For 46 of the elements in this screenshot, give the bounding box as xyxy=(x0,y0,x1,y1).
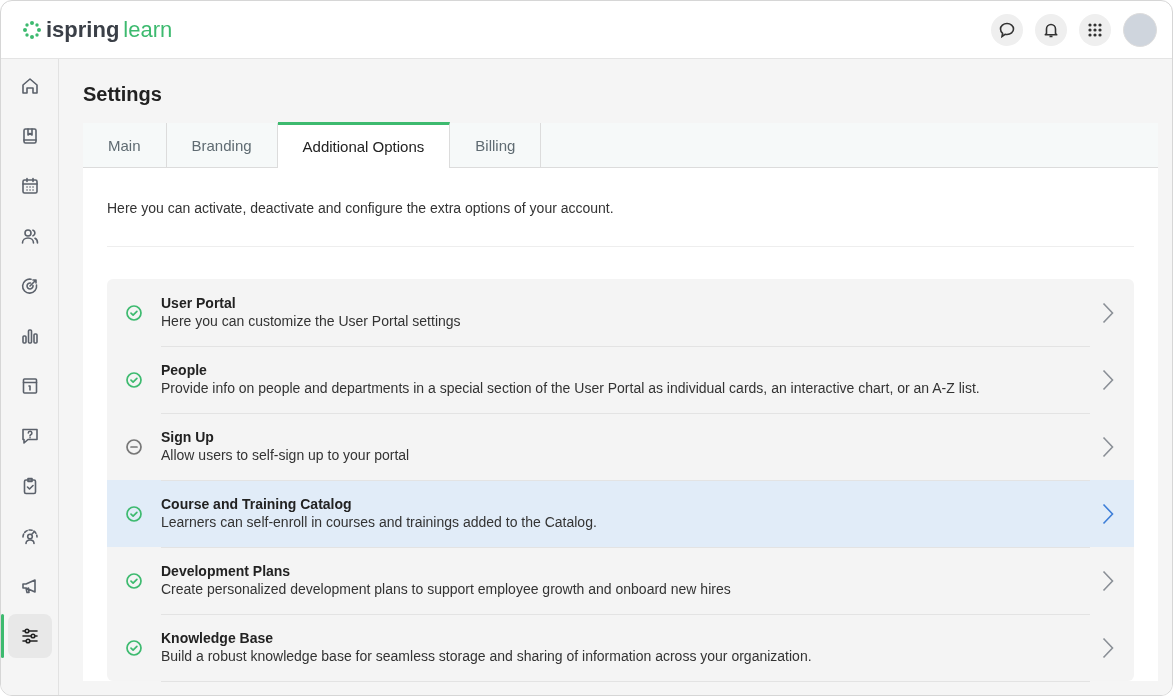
option-row[interactable]: Sign Up Allow users to self-sign up to your portal xyxy=(107,413,1134,480)
chevron-right-icon xyxy=(1102,569,1114,592)
logo-icon xyxy=(22,19,42,40)
logo-text: ispring xyxy=(46,16,120,43)
users-icon xyxy=(19,226,40,246)
chevron-right-icon xyxy=(1102,502,1114,525)
target-icon xyxy=(19,276,40,296)
option-title: People xyxy=(161,362,208,378)
option-title: Knowledge Base xyxy=(161,630,275,646)
option-row[interactable]: Development Plans Create personalized development plans to support employee growth and onboard new hires xyxy=(107,547,1134,614)
option-description: Here you can customize the User Portal settings xyxy=(161,313,462,329)
logo-text: learn xyxy=(123,16,173,43)
apps-button[interactable] xyxy=(1079,13,1111,46)
tab[interactable]: Branding xyxy=(166,123,278,168)
option-title: Sign Up xyxy=(161,429,215,445)
option-title: Course and Training Catalog xyxy=(161,496,353,512)
chat-button[interactable] xyxy=(991,13,1023,46)
page-title: Settings xyxy=(83,83,163,106)
tab[interactable]: Additional Options xyxy=(277,122,451,168)
option-title: Development Plans xyxy=(161,563,292,579)
option-row[interactable]: Knowledge Base Build a robust knowledge base for seamless storage and sharing of information across your organization. xyxy=(107,614,1134,681)
option-description: Allow users to self-sign up to your portal xyxy=(161,447,411,463)
question-icon xyxy=(19,426,40,446)
sliders-icon xyxy=(19,626,40,646)
option-row[interactable]: Course and Training Catalog Learners can self-enroll in courses and trainings added to the Catalog. xyxy=(107,480,1134,547)
option-description: Build a robust knowledge base for seamless storage and sharing of information across your organization. xyxy=(161,648,813,664)
tab[interactable]: Main xyxy=(83,123,167,168)
option-row[interactable]: People Provide info on people and departments in a special section of the User Portal as individual cards, an interactive chart, or an A-Z list. xyxy=(107,346,1134,413)
grid-icon xyxy=(1087,21,1103,38)
option-description: Provide info on people and departments in a special section of the User Portal as individual cards, an interactive chart, or an A-Z list. xyxy=(161,380,981,396)
chevron-right-icon xyxy=(1102,301,1114,324)
tab[interactable]: Billing xyxy=(450,123,542,168)
option-description: Create personalized development plans to support employee growth and onboard new hires xyxy=(161,581,732,597)
option-title: User Portal xyxy=(161,295,237,311)
notifications-button[interactable] xyxy=(1035,13,1067,46)
chevron-right-icon xyxy=(1102,368,1114,391)
chat-bubble-icon xyxy=(998,20,1016,39)
intro-text: Here you can activate, deactivate and configure the extra options of your account. xyxy=(107,200,1134,247)
calendar-icon xyxy=(19,176,40,196)
bar-chart-icon xyxy=(19,326,40,346)
chevron-right-icon xyxy=(1102,636,1114,659)
chevron-right-icon xyxy=(1102,435,1114,458)
option-description: Learners can self-enroll in courses and trainings added to the Catalog. xyxy=(161,514,598,530)
gauge-person-icon xyxy=(19,526,40,546)
home-icon xyxy=(19,76,40,96)
option-row[interactable]: User Portal Here you can customize the User Portal settings xyxy=(107,279,1134,346)
